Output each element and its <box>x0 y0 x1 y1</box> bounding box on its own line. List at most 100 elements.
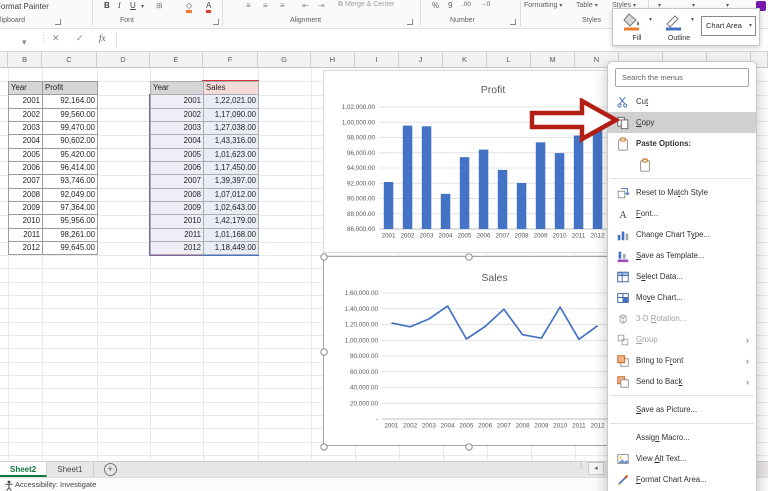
table-cell[interactable]: 1,07,012.00 <box>204 188 259 203</box>
comma-style-icon[interactable]: 9 <box>448 1 452 10</box>
table-cell[interactable]: 1,43,316.00 <box>204 135 259 149</box>
column-header[interactable]: H <box>311 52 355 68</box>
table-header-cell[interactable]: Sales <box>204 82 259 96</box>
table-cell[interactable]: 2011 <box>151 228 204 243</box>
clipboard-dialog-launcher-icon[interactable] <box>55 19 61 25</box>
fill-color-icon[interactable]: ◇ <box>186 1 193 13</box>
percent-style-icon[interactable]: % <box>432 1 439 10</box>
table-cell[interactable]: 1,42,179.00 <box>204 215 259 229</box>
table-cell[interactable]: 95,956.00 <box>43 215 98 229</box>
table-cell[interactable]: 1,22,021.00 <box>204 95 259 109</box>
table-cell[interactable]: 2002 <box>9 108 43 123</box>
menu-item-paste-keep-formatting[interactable] <box>608 154 756 175</box>
column-header[interactable]: F <box>203 52 258 68</box>
align-right-icon[interactable]: ≡ <box>280 1 285 10</box>
table-cell[interactable]: 99,470.00 <box>43 122 98 136</box>
table-cell[interactable]: 2012 <box>151 242 204 256</box>
column-header[interactable]: J <box>399 52 443 68</box>
menu-item-reset-style[interactable]: Reset to Match Style <box>608 182 756 203</box>
cancel-icon[interactable]: ✕ <box>52 33 60 44</box>
table-cell[interactable]: 96,414.00 <box>43 162 98 176</box>
table-header-cell[interactable]: Year <box>9 82 43 96</box>
conditional-formatting-button[interactable]: Formatting ▾ <box>524 2 562 9</box>
table-cell[interactable]: 2002 <box>151 108 204 123</box>
table-cell[interactable]: 1,02,643.00 <box>204 202 259 216</box>
fill-caret-icon[interactable]: ▾ <box>649 16 652 23</box>
table-cell[interactable]: 2010 <box>151 215 204 229</box>
alignment-dialog-launcher-icon[interactable] <box>407 19 413 25</box>
underline-caret-icon[interactable]: ▾ <box>141 3 144 10</box>
column-header[interactable]: D <box>97 52 150 68</box>
menu-item-copy[interactable]: Copy <box>608 112 756 133</box>
bold-icon[interactable]: B <box>104 1 110 10</box>
table-cell[interactable]: 2001 <box>151 95 204 109</box>
menu-item-font[interactable]: A Font... <box>608 203 756 224</box>
menu-item-send-back[interactable]: Send to Back › <box>608 371 756 392</box>
table-cell[interactable]: 99,560.00 <box>43 108 98 123</box>
sales-chart-selected[interactable]: Sales - 20,000.00 40,000.00 60,000.00 80,000.… <box>320 253 618 451</box>
table-cell[interactable]: 2005 <box>9 148 43 163</box>
table-cell[interactable]: 2003 <box>9 122 43 136</box>
table-cell[interactable]: 2012 <box>9 242 43 256</box>
table-cell[interactable]: 2004 <box>151 135 204 149</box>
font-color-icon[interactable]: A <box>206 1 212 13</box>
table-cell[interactable]: 2008 <box>151 188 204 203</box>
number-dialog-launcher-icon[interactable] <box>510 19 516 25</box>
column-header[interactable]: G <box>258 52 311 68</box>
menu-item-bring-front[interactable]: Bring to Front › <box>608 350 756 371</box>
table-cell[interactable]: 92,049.00 <box>43 188 98 203</box>
column-header[interactable]: E <box>150 52 203 68</box>
table-cell[interactable]: 90,602.00 <box>43 135 98 149</box>
table-cell[interactable]: 2005 <box>151 148 204 163</box>
merge-center-icon[interactable]: ⧉ Merge & Center <box>338 1 394 9</box>
table-cell[interactable]: 1,39,397.00 <box>204 175 259 189</box>
column-header[interactable]: C <box>42 52 97 68</box>
table-cell[interactable]: 1,17,450.00 <box>204 162 259 176</box>
table-cell[interactable]: 2006 <box>151 162 204 176</box>
column-header[interactable]: I <box>355 52 399 68</box>
sheet-tab-sheet1[interactable]: Sheet1 <box>47 462 94 477</box>
column-header[interactable]: M <box>531 52 575 68</box>
name-box-caret-icon[interactable]: ▾ <box>22 37 27 48</box>
table-cell[interactable]: 92,164.00 <box>43 95 98 109</box>
table-cell[interactable]: 1,27,038.00 <box>204 122 259 136</box>
format-as-table-button[interactable]: Table ▾ <box>576 2 598 9</box>
enter-icon[interactable]: ✓ <box>76 33 84 44</box>
increase-decimal-icon[interactable]: .00 <box>462 1 471 8</box>
italic-icon[interactable]: I <box>118 1 121 10</box>
row-header-stub[interactable] <box>0 52 8 68</box>
scrollbar-splitter-icon[interactable]: ⁞ <box>580 462 582 471</box>
table-cell[interactable]: 2009 <box>151 202 204 216</box>
table-cell[interactable]: 2004 <box>9 135 43 149</box>
table-cell[interactable]: 99,645.00 <box>43 242 98 256</box>
decrease-decimal-icon[interactable]: →0 <box>480 1 490 8</box>
table-cell[interactable]: 2010 <box>9 215 43 229</box>
table-cell[interactable]: 1,01,623.00 <box>204 148 259 163</box>
table-cell[interactable]: 2011 <box>9 228 43 243</box>
outline-caret-icon[interactable]: ▾ <box>691 16 694 23</box>
insert-function-button[interactable]: fx <box>99 33 106 43</box>
table-cell[interactable]: 1,18,449.00 <box>204 242 259 256</box>
borders-icon[interactable]: ⊞ <box>156 1 163 10</box>
table-cell[interactable]: 2003 <box>151 122 204 136</box>
format-painter-button[interactable]: Format Painter <box>0 2 88 13</box>
table-cell[interactable]: 2001 <box>9 95 43 109</box>
menu-item-save-picture[interactable]: Save as Picture... <box>608 399 756 420</box>
table-cell[interactable]: 97,364.00 <box>43 202 98 216</box>
table-cell[interactable]: 2008 <box>9 188 43 203</box>
table-cell[interactable]: 95,420.00 <box>43 148 98 163</box>
column-header[interactable]: L <box>487 52 531 68</box>
table-header-cell[interactable]: Year <box>151 82 204 96</box>
align-center-icon[interactable]: ≡ <box>263 1 268 10</box>
table-cell[interactable]: 1,01,168.00 <box>204 228 259 243</box>
formula-bar-drag-dots-icon[interactable]: ⋮ <box>39 33 48 44</box>
align-left-icon[interactable]: ≡ <box>246 1 251 10</box>
indent-decrease-icon[interactable]: ⇤ <box>302 1 309 10</box>
table-cell[interactable]: 2009 <box>9 202 43 216</box>
menu-item-alt-text[interactable]: View Alt Text... <box>608 448 756 469</box>
outline-button[interactable]: ▾ Outline <box>659 11 699 45</box>
menu-item-cut[interactable]: Cut <box>608 91 756 112</box>
scroll-left-button[interactable]: ◂ <box>588 462 604 475</box>
indent-increase-icon[interactable]: ⇥ <box>318 1 325 10</box>
sheet-tab-sheet2[interactable]: Sheet2 <box>0 462 48 477</box>
